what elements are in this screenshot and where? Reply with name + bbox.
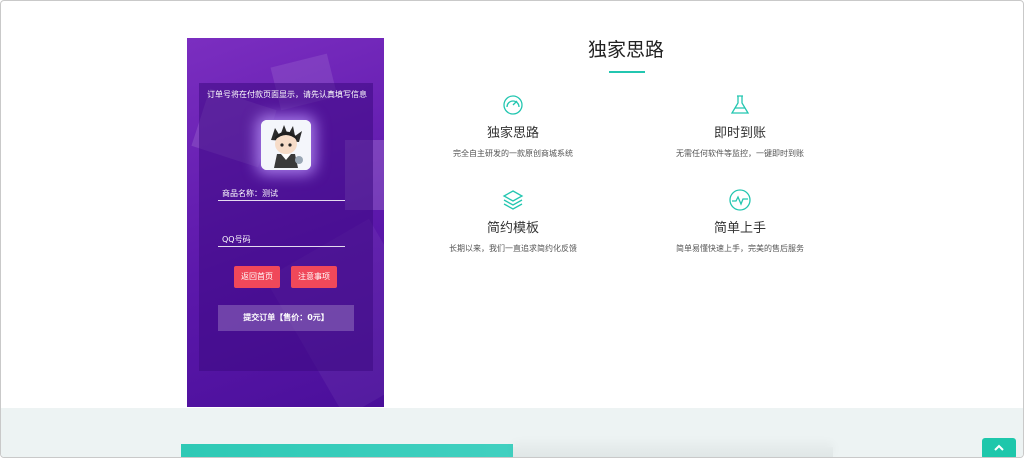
gray-card [513,447,833,457]
feature-item: 简约模板 长期以来，我们一直追求简约化反馈 [413,188,613,254]
chevron-up-icon [994,444,1004,451]
notes-button[interactable]: 注意事项 [291,266,337,288]
order-notice: 订单号将在付款页面显示，请先认真填写信息 [207,90,367,99]
order-panel: 订单号将在付款页面显示，请先认真填写信息 商品名称：测试 QQ号码 返回首页 注… [187,38,384,407]
submit-order-button[interactable]: 提交订单【售价：0元】 [218,305,354,331]
order-form: 订单号将在付款页面显示，请先认真填写信息 商品名称：测试 QQ号码 返回首页 注… [199,83,373,371]
qq-number-input[interactable]: QQ号码 [218,233,345,247]
section-title: 独家思路 [587,39,664,61]
product-name-field: 商品名称：测试 [218,187,345,201]
feature-item: 独家思路 完全自主研发的一款原创商城系统 [413,93,613,159]
scroll-top-button[interactable] [982,438,1016,457]
pulse-icon [729,189,751,211]
back-home-button[interactable]: 返回首页 [234,266,280,288]
product-avatar [261,120,311,170]
feature-name: 即时到账 [713,126,766,141]
feature-desc: 简单易懂快速上手，完美的售后服务 [676,244,804,253]
cartoon-character-image [261,120,311,170]
feature-desc: 长期以来，我们一直追求简约化反馈 [449,244,577,253]
feature-name: 简约模板 [486,221,539,236]
flask-icon [730,95,750,114]
feature-item: 简单上手 简单易懂快速上手，完美的售后服务 [640,188,840,254]
feature-name: 独家思路 [486,126,539,141]
feature-item: 即时到账 无需任何软件等监控，一键即时到账 [640,93,840,159]
speedometer-icon [503,95,523,115]
feature-desc: 完全自主研发的一款原创商城系统 [453,149,573,158]
feature-desc: 无需任何软件等监控，一键即时到账 [676,149,804,158]
feature-name: 简单上手 [713,221,766,236]
teal-card [181,444,513,457]
title-underline [609,71,645,73]
layers-icon [502,190,524,210]
browser-frame: 订单号将在付款页面显示，请先认真填写信息 商品名称：测试 QQ号码 返回首页 注… [0,0,1024,458]
